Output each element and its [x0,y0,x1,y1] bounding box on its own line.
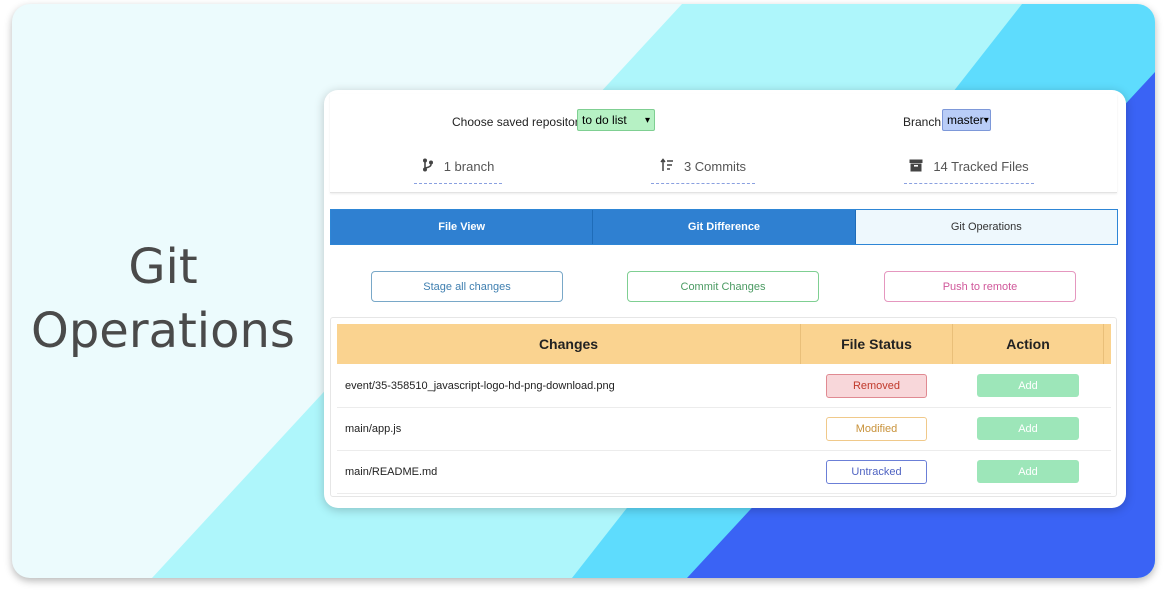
file-path: main/README.md [345,465,438,478]
tracked-files-count[interactable]: 14 Tracked Files [904,154,1034,184]
status-badge-modified: Modified [826,416,927,441]
choose-repository-label: Choose saved repository [452,115,585,129]
stage-all-changes-button[interactable]: Stage all changes [371,271,563,302]
branch-label: Branch [903,115,942,129]
chevron-down-icon: ▾ [983,114,989,126]
commits-icon [660,158,674,175]
column-header-file-status: File Status [801,324,953,364]
file-path: main/app.js [345,422,402,435]
table-row: main/app.js Modified Add [337,407,1111,451]
chevron-down-icon: ▾ [644,114,650,126]
add-button[interactable]: Add [977,374,1079,397]
table-row: event/35-358510_javascript-logo-hd-png-d… [337,364,1111,408]
commit-count-text: 3 Commits [683,159,747,174]
table-header: Changes File Status Action [337,324,1111,364]
repository-select[interactable]: to do list ▾ [577,109,655,131]
branch-count-text: 1 branch [443,159,495,174]
tab-git-difference[interactable]: Git Difference [593,210,856,244]
hero-title-line2: Operations [31,303,295,359]
file-path: event/35-358510_javascript-logo-hd-png-d… [345,379,615,392]
column-header-changes: Changes [337,324,801,364]
git-panel: Choose saved repository to do list ▾ Bra… [324,90,1126,508]
commit-count[interactable]: 3 Commits [651,154,755,184]
table-row: main/README.md Untracked Add [337,450,1111,494]
commit-changes-button[interactable]: Commit Changes [627,271,819,302]
tracked-files-text: 14 Tracked Files [933,159,1029,174]
view-tabs: File View Git Difference Git Operations [330,209,1118,245]
repository-summary: Choose saved repository to do list ▾ Bra… [330,94,1117,193]
status-badge-removed: Removed [826,373,927,398]
hero-title-line1: Git [128,239,198,295]
column-header-action: Action [953,324,1104,364]
branch-select[interactable]: master ▾ [942,109,991,131]
add-button[interactable]: Add [977,417,1079,440]
tab-file-view[interactable]: File View [331,210,594,244]
add-button[interactable]: Add [977,460,1079,483]
status-badge-untracked: Untracked [826,459,927,484]
branch-count[interactable]: 1 branch [414,154,502,184]
git-branch-icon [422,158,434,175]
tab-git-operations[interactable]: Git Operations [855,210,1117,244]
archive-box-icon [909,159,923,175]
hero-title: Git Operations [13,235,313,363]
push-to-remote-button[interactable]: Push to remote [884,271,1076,302]
branch-select-value: master [947,113,984,127]
changes-table: Changes File Status Action event/35-3585… [330,317,1117,497]
repository-select-value: to do list [582,113,627,127]
